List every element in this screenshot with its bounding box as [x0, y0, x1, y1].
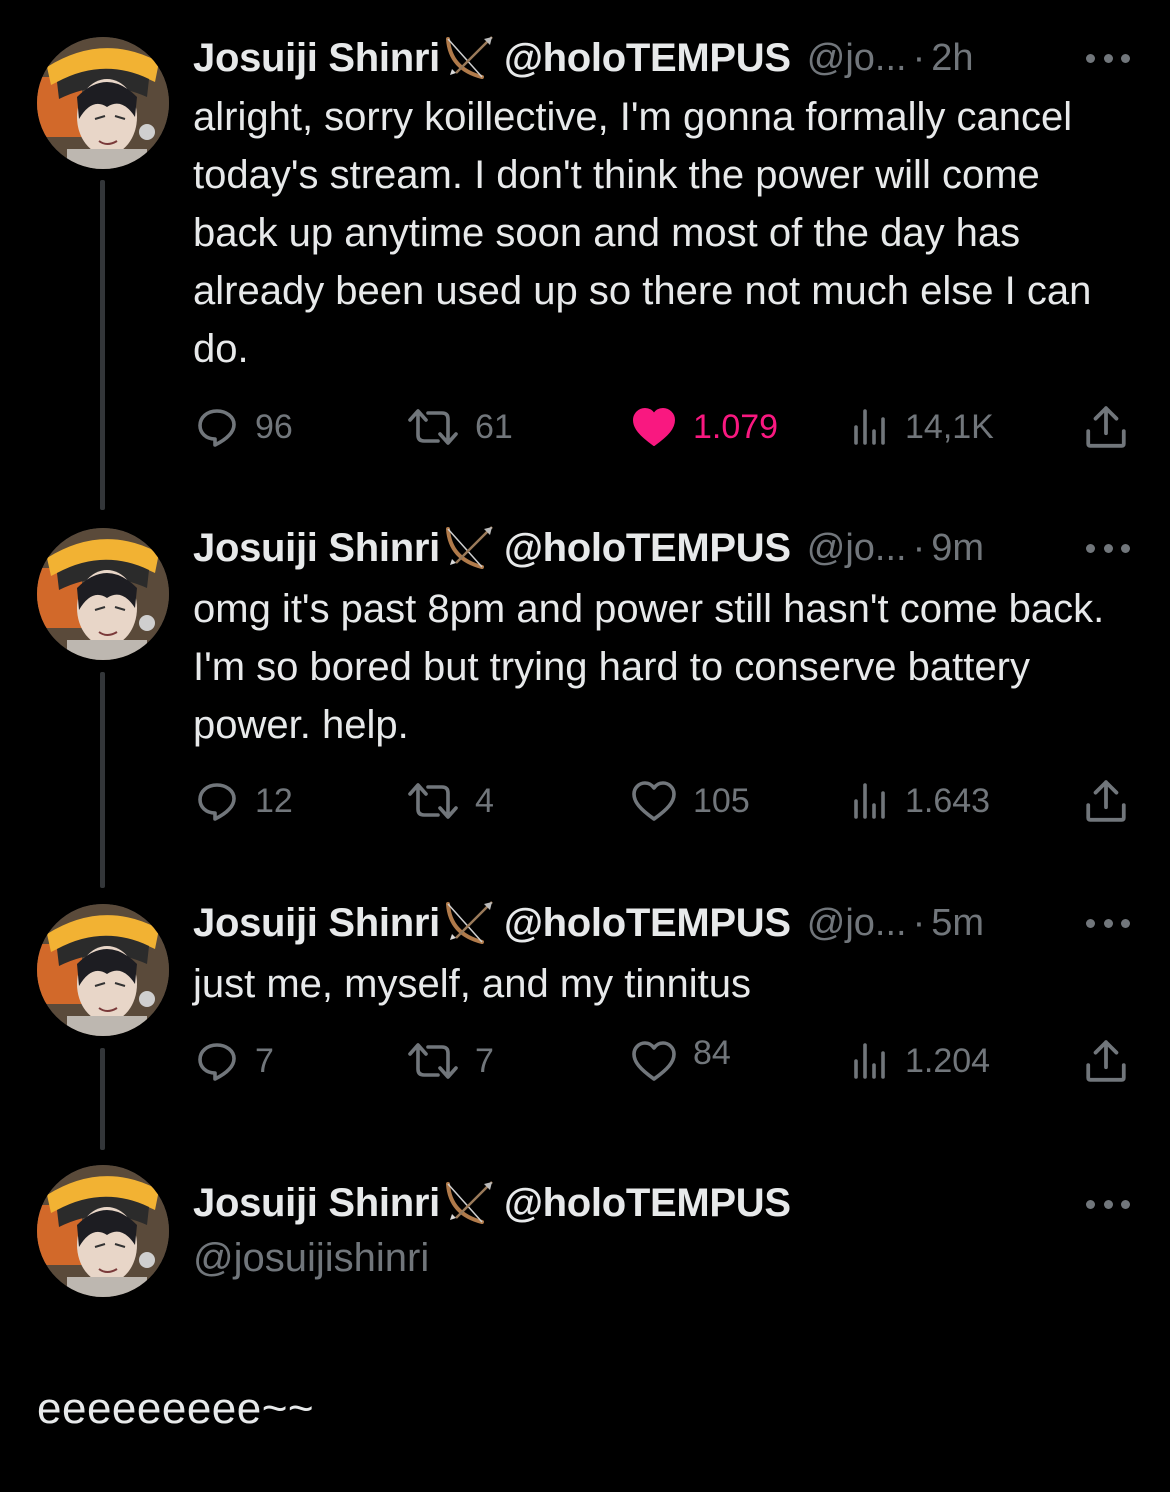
- views-icon: [849, 405, 891, 449]
- thread-line: [100, 1048, 105, 1150]
- like-button[interactable]: 1.079: [629, 402, 778, 452]
- author-display-handle[interactable]: @holoTEMPUS: [504, 526, 791, 571]
- author-name[interactable]: Josuiji Shinri: [193, 36, 440, 81]
- thread-line: [100, 180, 105, 510]
- like-count: 1.079: [693, 407, 779, 446]
- author-handle[interactable]: @jo...: [807, 902, 907, 945]
- heart-icon: [629, 779, 679, 823]
- more-icon[interactable]: [1086, 1198, 1130, 1210]
- separator-dot: ·: [912, 526, 926, 569]
- retweet-icon: [405, 779, 461, 823]
- tweet-text: just me, myself, and my tinnitus: [193, 962, 751, 1006]
- tweet-header: Josuiji Shinri @holoTEMPUS @jo... · 9m: [193, 523, 984, 573]
- tweet-header: Josuiji Shinri @holoTEMPUS @jo... · 2h: [193, 33, 974, 83]
- avatar[interactable]: [37, 904, 169, 1036]
- heart-icon: [629, 405, 679, 449]
- views-count: 14,1K: [905, 407, 994, 446]
- reply-button[interactable]: 12: [193, 776, 293, 826]
- reply-button[interactable]: 7: [193, 1036, 274, 1086]
- retweet-count: 4: [475, 781, 494, 820]
- author-handle[interactable]: @josuijishinri: [193, 1236, 429, 1281]
- views-button[interactable]: 1.643: [849, 776, 990, 826]
- separator-dot: ·: [912, 36, 926, 79]
- share-icon: [1083, 1038, 1129, 1084]
- reply-count: 96: [255, 407, 293, 446]
- more-icon[interactable]: [1086, 52, 1130, 64]
- avatar[interactable]: [37, 1165, 169, 1297]
- tweet-text: omg it's past 8pm and power still hasn't…: [193, 587, 1105, 747]
- retweet-button[interactable]: 4: [405, 776, 494, 826]
- more-icon[interactable]: [1086, 542, 1130, 554]
- like-button[interactable]: 105: [629, 776, 750, 826]
- reply-icon: [193, 1039, 241, 1083]
- more-icon[interactable]: [1086, 917, 1130, 929]
- share-button[interactable]: [1083, 402, 1129, 452]
- reply-count: 12: [255, 781, 293, 820]
- share-button[interactable]: [1083, 1036, 1129, 1086]
- avatar[interactable]: [37, 528, 169, 660]
- share-icon: [1083, 778, 1129, 824]
- bow-and-arrow-icon: [442, 1178, 502, 1228]
- heart-icon: [629, 1039, 679, 1083]
- author-display-handle[interactable]: @holoTEMPUS: [504, 901, 791, 946]
- share-icon: [1083, 404, 1129, 450]
- timestamp[interactable]: 9m: [931, 527, 984, 570]
- reply-count: 7: [255, 1041, 274, 1080]
- retweet-button[interactable]: 7: [405, 1036, 494, 1086]
- retweet-count: 61: [475, 407, 513, 446]
- author-name[interactable]: Josuiji Shinri: [193, 1181, 440, 1226]
- like-count: 84: [693, 1033, 731, 1072]
- timestamp[interactable]: 5m: [931, 902, 984, 945]
- author-name[interactable]: Josuiji Shinri: [193, 901, 440, 946]
- tweet-header: Josuiji Shinri @holoTEMPUS @jo... · 5m: [193, 898, 984, 948]
- tweet-text: eeeeeeeee~~: [37, 1384, 315, 1433]
- views-icon: [849, 779, 891, 823]
- retweet-icon: [405, 1039, 461, 1083]
- views-count: 1.204: [905, 1041, 991, 1080]
- reply-icon: [193, 405, 241, 449]
- like-count: 105: [693, 781, 750, 820]
- bow-and-arrow-icon: [442, 523, 502, 573]
- author-display-handle[interactable]: @holoTEMPUS: [504, 36, 791, 81]
- tweet-text: alright, sorry koillective, I'm gonna fo…: [193, 95, 1092, 371]
- tweet-header: Josuiji Shinri @holoTEMPUS: [193, 1178, 791, 1228]
- avatar[interactable]: [37, 37, 169, 169]
- reply-icon: [193, 779, 241, 823]
- separator-dot: ·: [912, 901, 926, 944]
- retweet-icon: [405, 405, 461, 449]
- author-name[interactable]: Josuiji Shinri: [193, 526, 440, 571]
- action-bar: 96 61 1.079 14,1K: [193, 402, 1133, 452]
- author-handle[interactable]: @jo...: [807, 527, 907, 570]
- bow-and-arrow-icon: [442, 33, 502, 83]
- action-bar: 7 7 84 1.204: [193, 1033, 1133, 1086]
- timestamp[interactable]: 2h: [931, 37, 973, 80]
- author-handle[interactable]: @jo...: [807, 37, 907, 80]
- author-display-handle[interactable]: @holoTEMPUS: [504, 1181, 791, 1226]
- action-bar: 12 4 105 1.643: [193, 776, 1133, 826]
- bow-and-arrow-icon: [442, 898, 502, 948]
- thread-line: [100, 672, 105, 888]
- views-button[interactable]: 1.204: [849, 1036, 990, 1086]
- retweet-count: 7: [475, 1041, 494, 1080]
- reply-button[interactable]: 96: [193, 402, 293, 452]
- views-count: 1.643: [905, 781, 991, 820]
- views-button[interactable]: 14,1K: [849, 402, 994, 452]
- views-icon: [849, 1039, 891, 1083]
- share-button[interactable]: [1083, 776, 1129, 826]
- like-button[interactable]: 84: [629, 1033, 731, 1086]
- retweet-button[interactable]: 61: [405, 402, 513, 452]
